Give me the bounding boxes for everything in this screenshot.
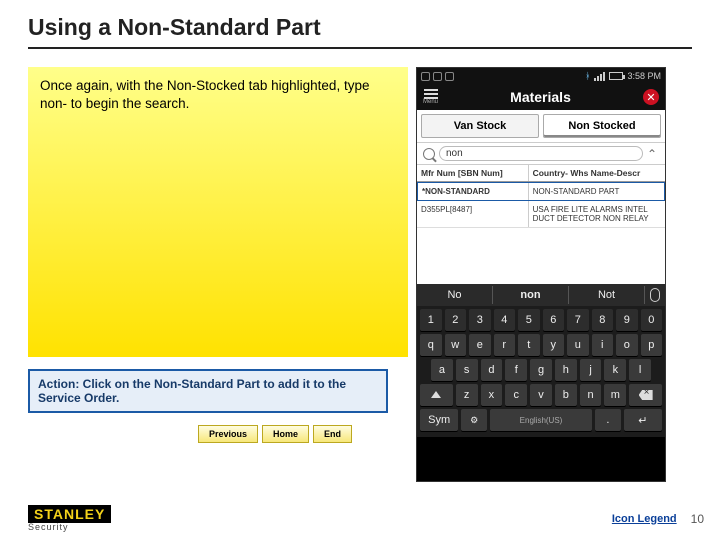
sym-key[interactable]: Sym xyxy=(420,409,458,431)
key[interactable]: f xyxy=(505,359,527,381)
logo-text: STANLEY xyxy=(28,505,111,523)
status-bar: ᚼ 3:58 PM xyxy=(417,68,665,84)
suggestion[interactable]: Not xyxy=(569,286,645,304)
cell-mfr: D355PL[8487] xyxy=(417,201,529,227)
search-input[interactable]: non xyxy=(439,146,643,161)
key[interactable]: o xyxy=(616,334,638,356)
page-number: 10 xyxy=(691,512,704,526)
icon-legend-link[interactable]: Icon Legend xyxy=(612,513,677,525)
suggestion[interactable]: No xyxy=(417,286,493,304)
key[interactable]: 5 xyxy=(518,309,540,331)
key[interactable]: u xyxy=(567,334,589,356)
mic-icon[interactable] xyxy=(645,285,665,305)
key[interactable]: q xyxy=(420,334,442,356)
menu-icon[interactable] xyxy=(424,89,438,99)
key[interactable]: b xyxy=(555,384,577,406)
key[interactable]: v xyxy=(530,384,552,406)
key[interactable]: 2 xyxy=(445,309,467,331)
key[interactable]: n xyxy=(580,384,602,406)
key-row: asdfghjkl xyxy=(420,359,662,381)
key[interactable]: i xyxy=(592,334,614,356)
status-icon xyxy=(445,72,454,81)
key[interactable]: e xyxy=(469,334,491,356)
key[interactable]: w xyxy=(445,334,467,356)
cell-desc: USA FIRE LITE ALARMS INTEL DUCT DETECTOR… xyxy=(529,201,665,227)
key-row: qwertyuiop xyxy=(420,334,662,356)
key[interactable]: m xyxy=(604,384,626,406)
home-button[interactable]: Home xyxy=(262,425,309,443)
tab-non-stocked[interactable]: Non Stocked xyxy=(543,114,661,138)
key[interactable]: 0 xyxy=(641,309,663,331)
instruction-callout: Once again, with the Non-Stocked tab hig… xyxy=(28,67,408,357)
key[interactable]: x xyxy=(481,384,503,406)
key-row: 1234567890 xyxy=(420,309,662,331)
key-row: z x c v b n m xyxy=(420,384,662,406)
key[interactable]: s xyxy=(456,359,478,381)
key[interactable]: k xyxy=(604,359,626,381)
key[interactable]: 6 xyxy=(543,309,565,331)
key[interactable]: z xyxy=(456,384,478,406)
settings-key[interactable]: ⚙ xyxy=(461,409,487,431)
key[interactable]: y xyxy=(543,334,565,356)
end-button[interactable]: End xyxy=(313,425,352,443)
key[interactable]: 9 xyxy=(616,309,638,331)
logo-subtext: Security xyxy=(28,523,111,532)
key[interactable]: r xyxy=(494,334,516,356)
key[interactable]: 4 xyxy=(494,309,516,331)
status-icon xyxy=(421,72,430,81)
table-row[interactable]: *NON-STANDARD NON-STANDARD PART xyxy=(417,182,665,201)
table-row[interactable]: D355PL[8487] USA FIRE LITE ALARMS INTEL … xyxy=(417,201,665,228)
enter-key[interactable]: ↵ xyxy=(624,409,662,431)
table-header: Mfr Num [SBN Num] Country- Whs Name-Desc… xyxy=(417,165,665,182)
app-title-bar: Menu Materials ✕ xyxy=(417,84,665,110)
page-title: Using a Non-Standard Part xyxy=(28,14,692,41)
close-icon[interactable]: ✕ xyxy=(643,89,659,105)
key[interactable]: l xyxy=(629,359,651,381)
key-row: Sym ⚙ English(US) . ↵ xyxy=(420,409,662,431)
keyboard: 1234567890 qwertyuiop asdfghjkl z x c v … xyxy=(417,306,665,437)
key[interactable]: d xyxy=(481,359,503,381)
stanley-logo: STANLEY Security xyxy=(28,505,111,532)
space-key[interactable]: English(US) xyxy=(490,409,592,431)
chevron-up-icon[interactable]: ⌃ xyxy=(647,147,659,161)
col-header-mfr: Mfr Num [SBN Num] xyxy=(417,165,529,181)
tab-van-stock[interactable]: Van Stock xyxy=(421,114,539,138)
cell-desc: NON-STANDARD PART xyxy=(529,183,664,200)
app-title: Materials xyxy=(510,89,571,105)
key[interactable]: j xyxy=(580,359,602,381)
key[interactable]: 8 xyxy=(592,309,614,331)
signal-icon xyxy=(594,72,605,81)
key[interactable]: h xyxy=(555,359,577,381)
key[interactable]: 7 xyxy=(567,309,589,331)
key[interactable]: a xyxy=(431,359,453,381)
status-icon xyxy=(433,72,442,81)
backspace-key[interactable] xyxy=(629,384,662,406)
key[interactable]: 3 xyxy=(469,309,491,331)
cell-mfr: *NON-STANDARD xyxy=(418,183,529,200)
key[interactable]: c xyxy=(505,384,527,406)
keyboard-suggestions: No non Not xyxy=(417,284,665,306)
phone-screenshot: ᚼ 3:58 PM Menu Materials ✕ Van Stock Non… xyxy=(416,67,666,482)
battery-icon xyxy=(609,72,623,80)
title-rule xyxy=(28,47,692,49)
period-key[interactable]: . xyxy=(595,409,621,431)
key[interactable]: 1 xyxy=(420,309,442,331)
col-header-desc: Country- Whs Name-Descr xyxy=(529,165,665,181)
search-icon xyxy=(423,148,435,160)
shift-key[interactable] xyxy=(420,384,453,406)
suggestion[interactable]: non xyxy=(493,286,569,304)
key[interactable]: p xyxy=(641,334,663,356)
previous-button[interactable]: Previous xyxy=(198,425,258,443)
action-box: Action: Click on the Non-Standard Part t… xyxy=(28,369,388,413)
key[interactable]: t xyxy=(518,334,540,356)
clock: 3:58 PM xyxy=(627,71,661,81)
bluetooth-icon: ᚼ xyxy=(585,71,590,81)
key[interactable]: g xyxy=(530,359,552,381)
menu-label: Menu xyxy=(423,99,438,105)
